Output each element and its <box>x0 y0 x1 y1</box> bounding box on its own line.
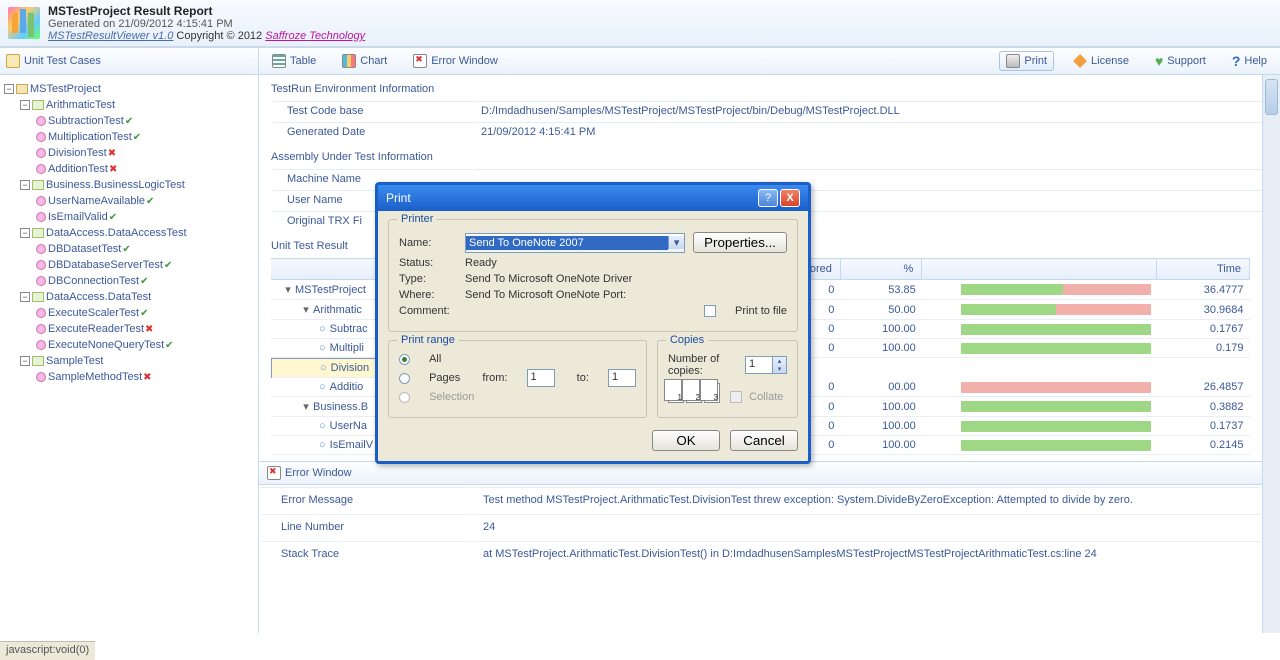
tree-method[interactable]: IsEmailValid✔ <box>36 209 256 225</box>
dialog-titlebar[interactable]: Print ? X <box>378 185 808 211</box>
range-to-input[interactable]: 1 <box>608 369 636 387</box>
tree-class[interactable]: −ArithmaticTest <box>20 97 256 113</box>
copies-fieldset: Copies Number of copies: 1▴▾ 1 2 3 Colla… <box>657 340 798 418</box>
license-icon <box>1073 54 1087 68</box>
app-header: MSTestProject Result Report Generated on… <box>0 0 1280 47</box>
print-range-fieldset: Print range All Pages from: 1 to: 1 Sele… <box>388 340 647 418</box>
help-button[interactable]: ?Help <box>1225 50 1274 72</box>
range-selection-radio <box>399 392 410 403</box>
printer-select[interactable]: Send To OneNote 2007 ▾ <box>465 233 685 253</box>
table-icon <box>272 54 286 68</box>
tree-class[interactable]: −DataAccess.DataTest <box>20 289 256 305</box>
chart-icon <box>342 54 356 68</box>
heart-icon: ♥ <box>1155 54 1163 68</box>
cancel-button[interactable]: Cancel <box>730 430 798 451</box>
tree-panel[interactable]: −MSTestProject−ArithmaticTestSubtraction… <box>0 75 259 633</box>
status-bar: javascript:void(0) <box>0 641 95 660</box>
err-msg-label: Error Message <box>261 487 471 512</box>
printer-selected: Send To OneNote 2007 <box>466 236 668 250</box>
printer-where: Send To Microsoft OneNote Port: <box>465 289 626 301</box>
tree-method[interactable]: ExecuteReaderTest✖ <box>36 321 256 337</box>
license-button[interactable]: License <box>1066 51 1136 71</box>
app-logo-icon <box>8 7 40 39</box>
gendate-label: Generated Date <box>273 122 473 141</box>
tree-method[interactable]: DBConnectionTest✔ <box>36 273 256 289</box>
err-stack: at MSTestProject.ArithmaticTest.Division… <box>473 541 1260 566</box>
collate-checkbox <box>730 391 742 403</box>
print-to-file-checkbox[interactable] <box>704 305 716 317</box>
error-panel: Error Window Error MessageTest method MS… <box>259 461 1280 568</box>
error-heading: Error Window <box>285 467 352 479</box>
scrollbar-thumb[interactable] <box>1265 79 1278 115</box>
company-link[interactable]: Saffroze Technology <box>265 30 365 42</box>
app-title: MSTestProject Result Report <box>48 4 212 18</box>
tree-class[interactable]: −SampleTest <box>20 353 256 369</box>
tree-method[interactable]: ExecuteNoneQueryTest✔ <box>36 337 256 353</box>
chevron-up-icon[interactable]: ▴ <box>773 357 786 365</box>
col-pct[interactable]: % <box>840 259 921 280</box>
tree-method[interactable]: DBDatasetTest✔ <box>36 241 256 257</box>
print-button[interactable]: Print <box>999 51 1054 71</box>
err-line: 24 <box>473 514 1260 539</box>
codebase-value: D:/Imdadhusen/Samples/MSTestProject/MSTe… <box>475 101 1266 120</box>
env-heading: TestRun Environment Information <box>271 79 1268 99</box>
printer-status: Ready <box>465 257 497 269</box>
range-pages-radio[interactable] <box>399 373 410 384</box>
dialog-title: Print <box>386 191 411 205</box>
dialog-help-button[interactable]: ? <box>758 189 778 207</box>
error-icon <box>413 54 427 68</box>
tree-class[interactable]: −Business.BusinessLogicTest <box>20 177 256 193</box>
support-button[interactable]: ♥Support <box>1148 51 1213 71</box>
product-link[interactable]: MSTestResultViewer v1.0 <box>48 30 173 42</box>
err-stack-label: Stack Trace <box>261 541 471 566</box>
tree-method[interactable]: SubtractionTest✔ <box>36 113 256 129</box>
tree-method[interactable]: DivisionTest✖ <box>36 145 256 161</box>
properties-button[interactable]: Properties... <box>693 232 787 253</box>
err-msg: Test method MSTestProject.ArithmaticTest… <box>473 487 1260 512</box>
tree-method[interactable]: DBDatabaseServerTest✔ <box>36 257 256 273</box>
assembly-heading: Assembly Under Test Information <box>271 147 1268 167</box>
chevron-down-icon[interactable]: ▾ <box>668 236 684 249</box>
tree-method[interactable]: ExecuteScalerTest✔ <box>36 305 256 321</box>
error-icon <box>267 466 281 480</box>
gendate-value: 21/09/2012 4:15:41 PM <box>475 122 1266 141</box>
chart-view-button[interactable]: Chart <box>335 51 394 71</box>
tree-method[interactable]: SampleMethodTest✖ <box>36 369 256 385</box>
tree-icon <box>6 54 20 68</box>
tree-method[interactable]: AdditionTest✖ <box>36 161 256 177</box>
tree-panel-header: Unit Test Cases <box>0 48 259 74</box>
collate-icon: 3 <box>704 383 720 403</box>
tree-class[interactable]: −DataAccess.DataAccessTest <box>20 225 256 241</box>
tree-title: Unit Test Cases <box>24 55 101 67</box>
error-window-button[interactable]: Error Window <box>406 51 505 71</box>
col-time[interactable]: Time <box>1157 259 1250 280</box>
codebase-label: Test Code base <box>273 101 473 120</box>
table-view-button[interactable]: Table <box>265 51 323 71</box>
printer-type: Send To Microsoft OneNote Driver <box>465 273 632 285</box>
header-text: MSTestProject Result Report Generated on… <box>48 4 365 42</box>
help-icon: ? <box>1232 53 1241 69</box>
dialog-close-button[interactable]: X <box>780 189 800 207</box>
chevron-down-icon[interactable]: ▾ <box>773 365 786 373</box>
copies-spinner[interactable]: 1▴▾ <box>745 356 787 374</box>
toolbar: Unit Test Cases Table Chart Error Window… <box>0 47 1280 75</box>
tree-method[interactable]: MultiplicationTest✔ <box>36 129 256 145</box>
printer-fieldset: Printer Name: Send To OneNote 2007 ▾ Pro… <box>388 219 798 332</box>
err-line-label: Line Number <box>261 514 471 539</box>
generated-date: 21/09/2012 4:15:41 PM <box>118 18 232 30</box>
ok-button[interactable]: OK <box>652 430 720 451</box>
range-from-input[interactable]: 1 <box>527 369 555 387</box>
tree-method[interactable]: UserNameAvailable✔ <box>36 193 256 209</box>
print-icon <box>1006 54 1020 68</box>
vertical-scrollbar[interactable] <box>1262 75 1280 633</box>
range-all-radio[interactable] <box>399 354 410 365</box>
print-dialog: Print ? X Printer Name: Send To OneNote … <box>375 182 811 464</box>
tree-root[interactable]: −MSTestProject <box>4 81 256 97</box>
